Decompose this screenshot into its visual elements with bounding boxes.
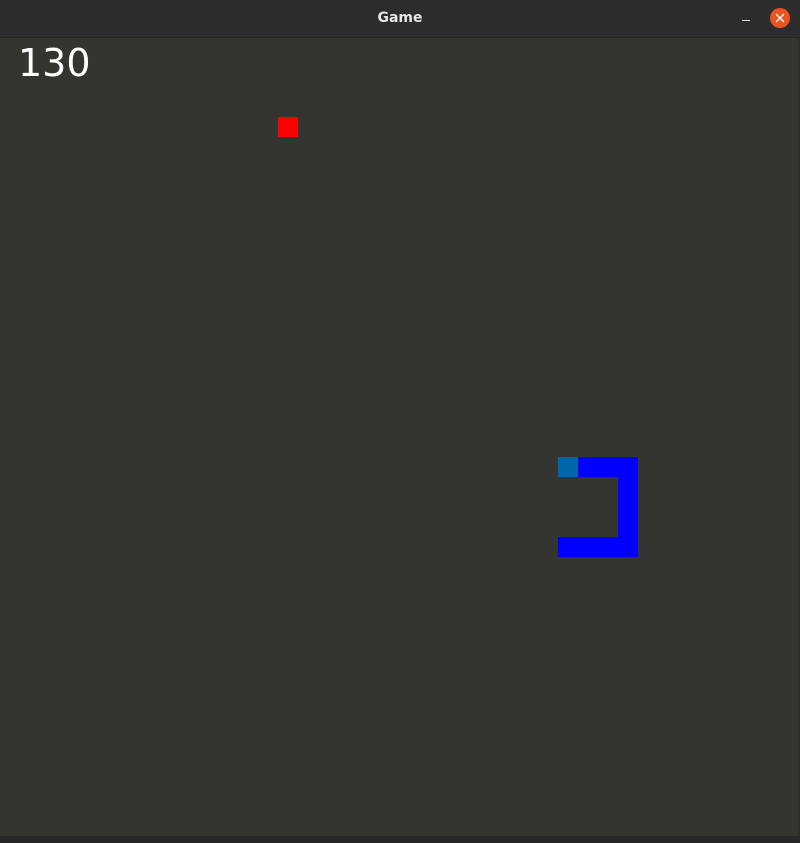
snake-segment	[578, 537, 598, 557]
snake-segment	[618, 537, 638, 557]
minimize-button[interactable]	[736, 9, 756, 29]
title-bar[interactable]: Game	[0, 0, 800, 38]
window-bottom-edge	[0, 836, 800, 843]
food-pellet	[278, 117, 298, 137]
snake-segment	[618, 517, 638, 537]
game-window: Game 130	[0, 0, 800, 843]
snake-segment	[558, 537, 578, 557]
score-display: 130	[18, 41, 91, 85]
snake-segment	[578, 457, 598, 477]
snake-segment	[618, 457, 638, 477]
minimize-icon	[742, 20, 750, 21]
close-icon	[775, 13, 785, 23]
close-button[interactable]	[770, 8, 790, 28]
snake-segment	[618, 477, 638, 497]
snake-segment	[598, 457, 618, 477]
window-title: Game	[377, 10, 423, 26]
game-canvas[interactable]	[0, 38, 800, 836]
snake-head	[558, 457, 578, 477]
snake-segment	[618, 497, 638, 517]
snake-segment	[598, 537, 618, 557]
